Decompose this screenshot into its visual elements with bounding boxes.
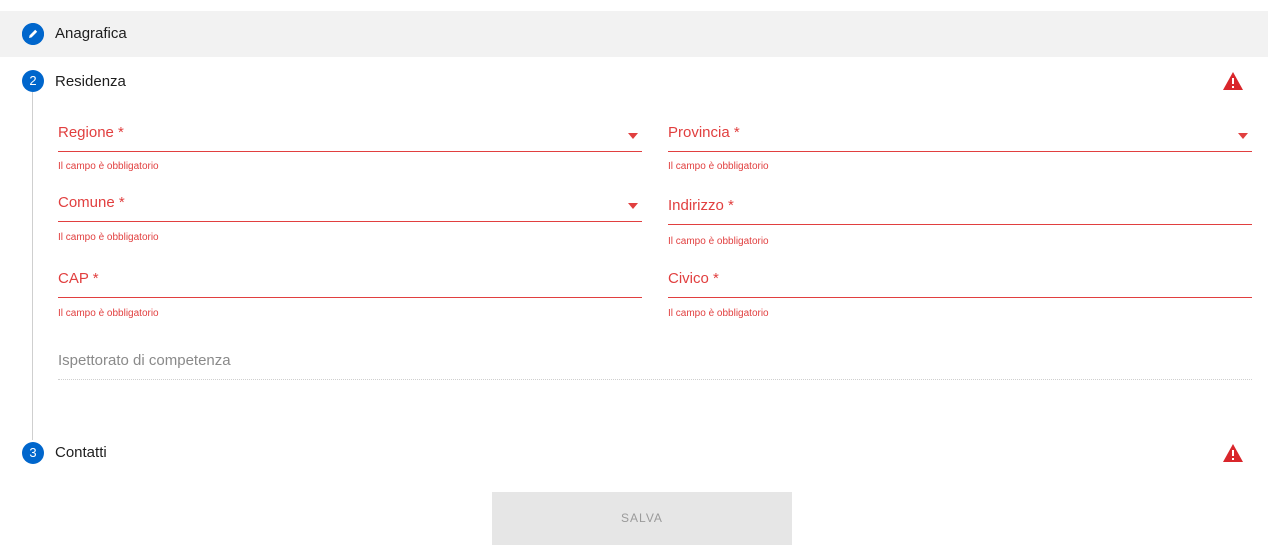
regione-underline	[58, 151, 642, 152]
step-anagrafica[interactable]: Anagrafica	[0, 11, 1268, 57]
provincia-label: Provincia *	[668, 124, 740, 141]
step-number-badge: 2	[22, 70, 44, 92]
chevron-down-icon	[1238, 133, 1248, 139]
comune-select[interactable]: Comune *	[58, 192, 642, 222]
civico-underline	[668, 297, 1252, 298]
step-anagrafica-label: Anagrafica	[55, 25, 127, 42]
civico-input[interactable]: Civico *	[668, 268, 1252, 298]
civico-error: Il campo è obbligatorio	[668, 308, 769, 319]
ispettorato-input[interactable]: Ispettorato di competenza	[58, 350, 1252, 380]
comune-error: Il campo è obbligatorio	[58, 232, 159, 243]
step-number-badge: 3	[22, 442, 44, 464]
comune-underline	[58, 221, 642, 222]
step-contatti-label: Contatti	[55, 444, 107, 461]
chevron-down-icon	[628, 133, 638, 139]
civico-label: Civico *	[668, 270, 719, 287]
comune-label: Comune *	[58, 194, 125, 211]
indirizzo-error: Il campo è obbligatorio	[668, 236, 769, 247]
step-connector-line	[32, 92, 33, 440]
indirizzo-underline	[668, 224, 1252, 225]
indirizzo-label: Indirizzo *	[668, 197, 734, 214]
regione-select[interactable]: Regione *	[58, 122, 642, 152]
ispettorato-underline	[58, 379, 1252, 380]
provincia-select[interactable]: Provincia *	[668, 122, 1252, 152]
top-strip	[0, 0, 1268, 8]
step-contatti[interactable]: 3 Contatti	[0, 430, 1268, 476]
ispettorato-label: Ispettorato di competenza	[58, 352, 231, 369]
cap-input[interactable]: CAP *	[58, 268, 642, 298]
chevron-down-icon	[628, 203, 638, 209]
step-edit-icon	[22, 23, 44, 45]
provincia-underline	[668, 151, 1252, 152]
warning-icon	[1223, 444, 1243, 462]
cap-underline	[58, 297, 642, 298]
cap-error: Il campo è obbligatorio	[58, 308, 159, 319]
step-residenza[interactable]: 2 Residenza	[0, 58, 1268, 104]
indirizzo-input[interactable]: Indirizzo *	[668, 195, 1252, 225]
step-residenza-label: Residenza	[55, 73, 126, 90]
regione-label: Regione *	[58, 124, 124, 141]
registration-form-page: Anagrafica 2 Residenza Regione * Il camp…	[0, 0, 1268, 545]
cap-label: CAP *	[58, 270, 99, 287]
regione-error: Il campo è obbligatorio	[58, 161, 159, 172]
provincia-error: Il campo è obbligatorio	[668, 161, 769, 172]
warning-icon	[1223, 72, 1243, 90]
save-button[interactable]: SALVA	[492, 492, 792, 545]
